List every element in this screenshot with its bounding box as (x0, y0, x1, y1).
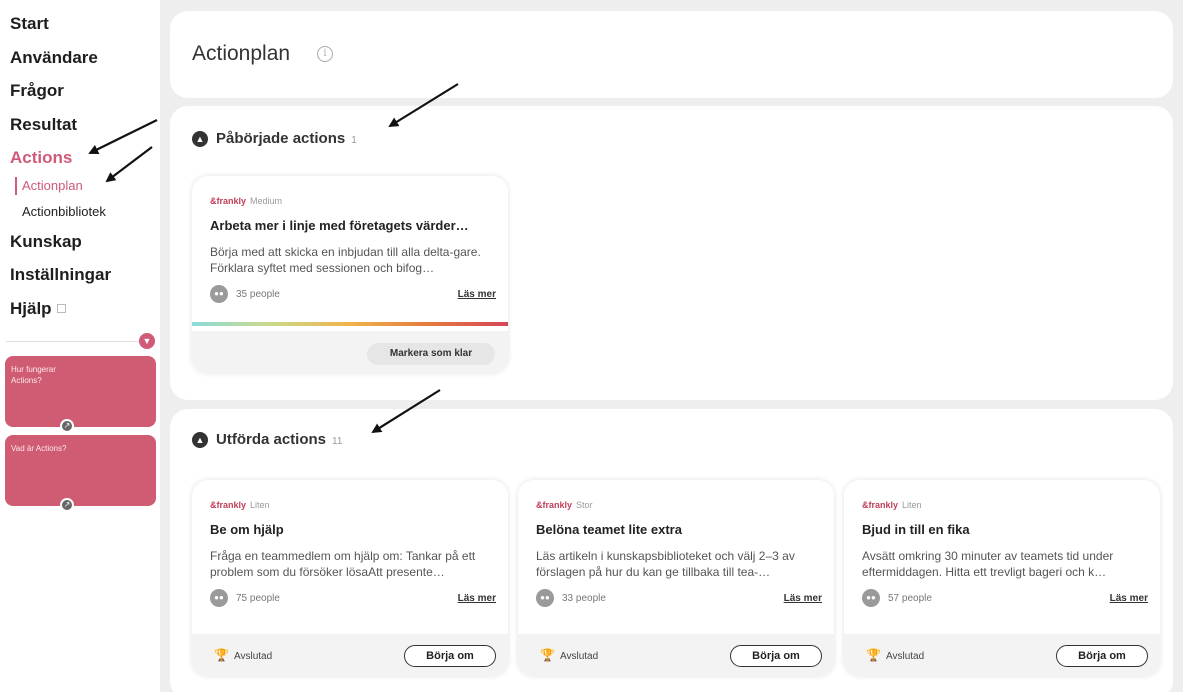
main-content: Actionplan i ▲ Påbörjade actions 1 &fran… (160, 0, 1183, 692)
people-label: 57 people (888, 592, 932, 604)
chevron-down-icon[interactable]: ▼ (139, 333, 155, 349)
trophy-icon: 🏆 (540, 648, 555, 662)
card-description: Börja med att skicka en inbjudan till al… (210, 245, 481, 275)
chevron-up-icon[interactable]: ▲ (192, 431, 208, 448)
brand-label: &frankly (210, 196, 247, 206)
sidebar-divider (6, 341, 146, 342)
open-icon[interactable]: ↗ (60, 419, 74, 433)
card-title: Be om hjälp (210, 522, 284, 537)
people-icon: ●● (862, 589, 880, 607)
nav-settings[interactable]: Inställningar (10, 265, 111, 285)
section-count: 11 (332, 435, 343, 447)
card-meta: &frankly Liten (862, 500, 922, 510)
brand-label: &frankly (536, 500, 573, 510)
people-icon: ●● (210, 589, 228, 607)
brand-label: &frankly (862, 500, 899, 510)
card-meta: &frankly Medium (210, 196, 282, 206)
nav-actionbibliotek[interactable]: Actionbibliotek (22, 204, 106, 219)
card-title: Arbeta mer i linje med företagets värder… (210, 218, 469, 233)
status-label: Avslutad (560, 651, 599, 662)
section-title: Utförda actions (216, 431, 327, 448)
restart-button[interactable]: Börja om (404, 645, 496, 667)
card-meta: &frankly Stor (536, 500, 593, 510)
brand-label: &frankly (210, 500, 247, 510)
card-description: Avsätt omkring 30 minuter av teamets tid… (862, 549, 1114, 579)
card-footer: 🏆 Avslutad Börja om (518, 634, 834, 676)
nav-knowledge[interactable]: Kunskap (10, 232, 82, 252)
info-icon[interactable]: i (317, 46, 333, 62)
card-description: Fråga en teammedlem om hjälp om: Tankar … (210, 549, 476, 579)
card-footer: 🏆 Avslutad Börja om (844, 634, 1160, 676)
nav-help[interactable]: Hjälp (10, 299, 66, 319)
help-card-label: Hur fungerar Actions? (11, 365, 56, 385)
size-label: Liten (250, 500, 270, 510)
sidebar: Start Användare Frågor Resultat Actions … (0, 0, 160, 692)
card-footer: Markera som klar (192, 331, 508, 373)
size-label: Stor (576, 500, 593, 510)
action-card[interactable]: &frankly Medium Arbeta mer i linje med fö… (192, 176, 508, 373)
read-more-link[interactable]: Läs mer (1110, 593, 1148, 604)
restart-button[interactable]: Börja om (730, 645, 822, 667)
completed-actions-panel: ▲ Utförda actions 11 &frankly Liten Be om… (170, 409, 1173, 692)
action-card[interactable]: &frankly Stor Belöna teamet lite extra Lä… (518, 480, 834, 676)
people-label: 35 people (236, 288, 280, 300)
size-label: Medium (250, 196, 283, 206)
open-icon[interactable]: ↗ (60, 498, 74, 512)
nav-start[interactable]: Start (10, 14, 49, 34)
action-card[interactable]: &frankly Liten Bjud in till en fika Avsät… (844, 480, 1160, 676)
card-title: Bjud in till en fika (862, 522, 970, 537)
action-card[interactable]: &frankly Liten Be om hjälp Fråga en teamm… (192, 480, 508, 676)
help-card-label: Vad är Actions? (11, 444, 67, 453)
nav-results[interactable]: Resultat (10, 115, 77, 135)
people-icon: ●● (210, 285, 228, 303)
participant-count: ●● 33 people (536, 589, 606, 607)
active-indicator (15, 177, 17, 195)
trophy-icon: 🏆 (214, 648, 229, 662)
people-icon: ●● (536, 589, 554, 607)
status-label: Avslutad (886, 651, 925, 662)
read-more-link[interactable]: Läs mer (458, 593, 496, 604)
header-panel: Actionplan i (170, 11, 1173, 98)
nav-actionplan[interactable]: Actionplan (22, 178, 83, 193)
card-description: Läs artikeln i kunskapsbiblioteket och v… (536, 549, 795, 579)
mark-done-button[interactable]: Markera som klar (367, 343, 495, 365)
participant-count: ●● 35 people (210, 285, 280, 303)
started-actions-header[interactable]: ▲ Påbörjade actions 1 (192, 130, 357, 147)
external-link-icon (56, 304, 66, 313)
nav-users[interactable]: Användare (10, 48, 98, 68)
card-footer: 🏆 Avslutad Börja om (192, 634, 508, 676)
size-label: Liten (902, 500, 922, 510)
people-label: 75 people (236, 592, 280, 604)
completed-actions-header[interactable]: ▲ Utförda actions 11 (192, 431, 342, 448)
read-more-link[interactable]: Läs mer (458, 289, 496, 300)
nav-help-label: Hjälp (10, 299, 52, 318)
progress-gradient (192, 322, 508, 326)
help-card-what[interactable]: Vad är Actions? ↗ (5, 435, 156, 512)
read-more-link[interactable]: Läs mer (784, 593, 822, 604)
restart-button[interactable]: Börja om (1056, 645, 1148, 667)
started-actions-panel: ▲ Påbörjade actions 1 &frankly Medium Arb… (170, 106, 1173, 400)
section-title: Påbörjade actions (216, 130, 346, 147)
card-title: Belöna teamet lite extra (536, 522, 682, 537)
chevron-up-icon[interactable]: ▲ (192, 130, 208, 147)
section-count: 1 (351, 134, 357, 146)
help-card-how[interactable]: Hur fungerar Actions? ↗ (5, 356, 156, 433)
participant-count: ●● 75 people (210, 589, 280, 607)
people-label: 33 people (562, 592, 606, 604)
card-meta: &frankly Liten (210, 500, 270, 510)
app: Start Användare Frågor Resultat Actions … (0, 0, 1183, 692)
page-title: Actionplan (192, 42, 291, 65)
nav-questions[interactable]: Frågor (10, 81, 64, 101)
nav-actions[interactable]: Actions (10, 148, 72, 168)
status-label: Avslutad (234, 651, 273, 662)
trophy-icon: 🏆 (866, 648, 881, 662)
participant-count: ●● 57 people (862, 589, 932, 607)
